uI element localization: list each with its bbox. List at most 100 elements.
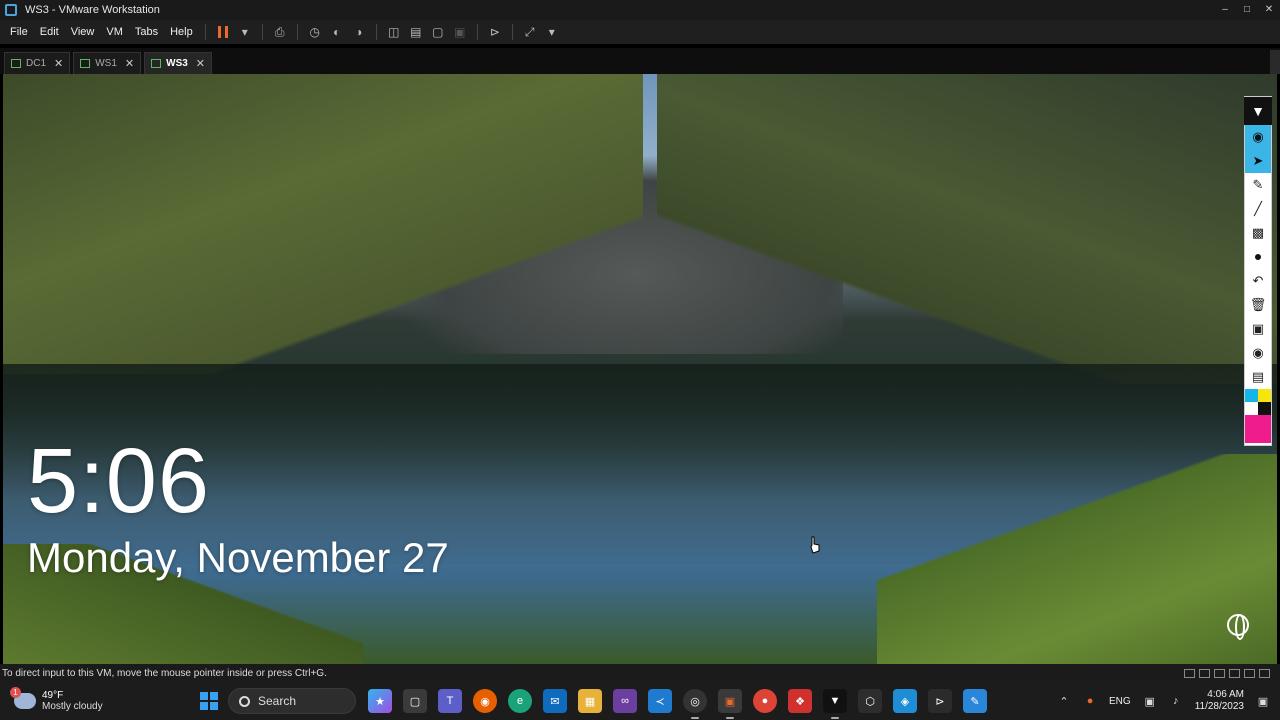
- close-icon[interactable]: ✕: [1258, 0, 1280, 20]
- menu-vm[interactable]: VM: [100, 20, 129, 44]
- swatch-black[interactable]: [1258, 402, 1271, 415]
- tab-dc1[interactable]: DC1 ✕: [4, 52, 71, 74]
- whiteboard-icon[interactable]: ▣: [1245, 317, 1271, 341]
- language-indicator[interactable]: ENG: [1109, 696, 1131, 707]
- taskbar-apps: ★ ▢ T ◉ e ✉ ▦ ∞ ≺ ◎ ▣ ● ❖ ▼ ⬡ ◈ ⊳ ✎: [368, 689, 987, 719]
- tab-scrollbar[interactable]: [1270, 50, 1280, 74]
- snapshot-manager-icon[interactable]: ◑: [348, 22, 370, 42]
- annotation-app-icon[interactable]: ▼: [823, 689, 847, 719]
- maximize-icon[interactable]: □: [1236, 0, 1258, 20]
- menu-bar: File Edit View VM Tabs Help ▾ ⎙ ◷ ◐ ◑ ◫ …: [0, 20, 1280, 44]
- sound-icon[interactable]: [1244, 668, 1255, 678]
- hdd-icon[interactable]: [1184, 668, 1195, 678]
- console-view-icon[interactable]: ⊳: [484, 22, 506, 42]
- vm-display[interactable]: 5:06 Monday, November 27: [3, 74, 1277, 664]
- snapshot-icon[interactable]: ◷: [304, 22, 326, 42]
- swatch-white[interactable]: [1245, 402, 1258, 415]
- menu-file[interactable]: File: [4, 20, 34, 44]
- power-dropdown-icon[interactable]: ▾: [234, 22, 256, 42]
- brush-size-icon[interactable]: [1245, 245, 1271, 269]
- chrome-icon[interactable]: ●: [753, 689, 777, 713]
- pin-icon[interactable]: ▼: [1244, 97, 1272, 125]
- weather-widget[interactable]: 1 49°F Mostly cloudy: [0, 687, 200, 712]
- minimize-icon[interactable]: –: [1214, 0, 1236, 20]
- azure-icon[interactable]: ◈: [893, 689, 917, 713]
- close-tab-icon[interactable]: ✕: [196, 57, 205, 70]
- pointer-icon[interactable]: ➤: [1245, 149, 1271, 173]
- paint-icon[interactable]: ✎: [963, 689, 987, 713]
- app-purple-icon[interactable]: ∞: [613, 689, 637, 713]
- camera-icon[interactable]: ◉: [1245, 341, 1271, 365]
- notifications-icon[interactable]: ▣: [1256, 695, 1270, 708]
- line-icon[interactable]: ╱: [1245, 197, 1271, 221]
- menu-view[interactable]: View: [65, 20, 101, 44]
- virtualbox-icon[interactable]: ⬡: [858, 689, 882, 713]
- toolbar-separator: [375, 24, 377, 40]
- task-view-icon[interactable]: ▢: [403, 689, 427, 713]
- toolbar-separator: [204, 24, 206, 40]
- app-red-icon[interactable]: ❖: [788, 689, 812, 713]
- search-icon: [239, 695, 250, 707]
- system-tray: ⌃ ● ENG ▣ ♪ 4:06 AM 11/28/2023 ▣: [1057, 689, 1280, 713]
- tab-ws1[interactable]: WS1 ✕: [73, 52, 142, 74]
- swatch-cyan[interactable]: [1245, 389, 1258, 402]
- color-swatches: [1245, 389, 1271, 415]
- edge-icon[interactable]: e: [508, 689, 532, 713]
- vm-icon: [80, 59, 91, 68]
- vm-icon: [151, 59, 162, 68]
- lock-screen-date: Monday, November 27: [27, 534, 449, 581]
- copilot-icon[interactable]: ★: [368, 689, 392, 713]
- brush-dot-icon: [1255, 254, 1261, 260]
- thumbnail-bar-icon[interactable]: ▤: [405, 22, 427, 42]
- wallpaper-cliff-left: [3, 74, 643, 374]
- taskbar-clock[interactable]: 4:06 AM 11/28/2023: [1195, 689, 1244, 713]
- menu-tabs[interactable]: Tabs: [129, 20, 164, 44]
- unity-icon[interactable]: ▣: [449, 22, 471, 42]
- message-icon[interactable]: [1259, 668, 1270, 678]
- microphone-icon[interactable]: ●: [1083, 695, 1097, 707]
- mail-icon[interactable]: ✉: [543, 689, 567, 713]
- trash-icon[interactable]: 🗑: [1245, 293, 1271, 317]
- full-screen-icon[interactable]: ▢: [427, 22, 449, 42]
- network-icon[interactable]: ▣: [1143, 695, 1157, 708]
- pen-icon[interactable]: ✎: [1245, 173, 1271, 197]
- close-tab-icon[interactable]: ✕: [54, 57, 63, 70]
- stretch-icon[interactable]: ⤢: [519, 22, 541, 42]
- weather-condition: Mostly cloudy: [42, 701, 103, 712]
- eraser-icon[interactable]: ▩: [1245, 221, 1271, 245]
- eye-icon[interactable]: ◉: [1245, 125, 1271, 149]
- weather-badge: 1: [10, 687, 21, 698]
- vscode-icon[interactable]: ≺: [648, 689, 672, 713]
- tab-ws3[interactable]: WS3 ✕: [144, 52, 213, 74]
- annotation-toolbar: ▼ ◉ ➤ ✎ ╱ ▩ ↶ 🗑 ▣ ◉ ▤: [1244, 96, 1272, 446]
- send-ctrl-alt-del-icon[interactable]: ⎙: [269, 22, 291, 42]
- library-icon[interactable]: ◫: [383, 22, 405, 42]
- undo-icon[interactable]: ↶: [1245, 269, 1271, 293]
- start-icon[interactable]: [200, 692, 218, 710]
- swatch-yellow[interactable]: [1258, 389, 1271, 402]
- revert-snapshot-icon[interactable]: ◐: [326, 22, 348, 42]
- printer-icon[interactable]: [1229, 668, 1240, 678]
- status-hint: To direct input to this VM, move the mou…: [2, 667, 327, 679]
- menu-help[interactable]: Help: [164, 20, 199, 44]
- pause-button[interactable]: [212, 22, 234, 42]
- stretch-dropdown-icon[interactable]: ▾: [541, 22, 563, 42]
- device-status-icons: [1184, 668, 1280, 678]
- swatch-pink[interactable]: [1245, 415, 1271, 443]
- file-explorer-icon[interactable]: ▦: [578, 689, 602, 713]
- clock-date: 11/28/2023: [1194, 701, 1244, 712]
- menu-edit[interactable]: Edit: [34, 20, 65, 44]
- chevron-up-icon[interactable]: ⌃: [1057, 695, 1071, 708]
- vmware-taskbar-icon[interactable]: ▣: [718, 689, 742, 719]
- network-icon[interactable]: [1214, 668, 1225, 678]
- clipboard-icon[interactable]: ▤: [1245, 365, 1271, 389]
- close-tab-icon[interactable]: ✕: [125, 57, 134, 70]
- globe-icon[interactable]: [1227, 614, 1249, 640]
- firefox-icon[interactable]: ◉: [473, 689, 497, 713]
- teams-icon[interactable]: T: [438, 689, 462, 713]
- obs-icon[interactable]: ◎: [683, 689, 707, 719]
- cd-icon[interactable]: [1199, 668, 1210, 678]
- volume-icon[interactable]: ♪: [1169, 695, 1183, 707]
- terminal-icon[interactable]: ⊳: [928, 689, 952, 713]
- taskbar-search[interactable]: Search: [228, 688, 356, 714]
